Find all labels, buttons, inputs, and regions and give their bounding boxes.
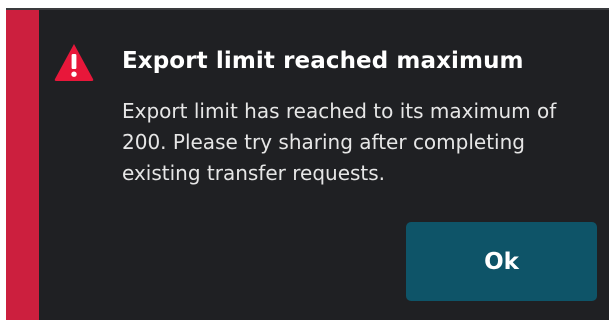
export-limit-dialog: Export limit reached maximum Export limi… [6, 8, 609, 320]
ok-button[interactable]: Ok [406, 222, 597, 301]
error-accent-bar [6, 10, 39, 320]
dialog-title: Export limit reached maximum [122, 48, 524, 74]
dialog-message: Export limit has reached to its maximum … [122, 99, 557, 185]
warning-triangle-icon [54, 44, 94, 81]
